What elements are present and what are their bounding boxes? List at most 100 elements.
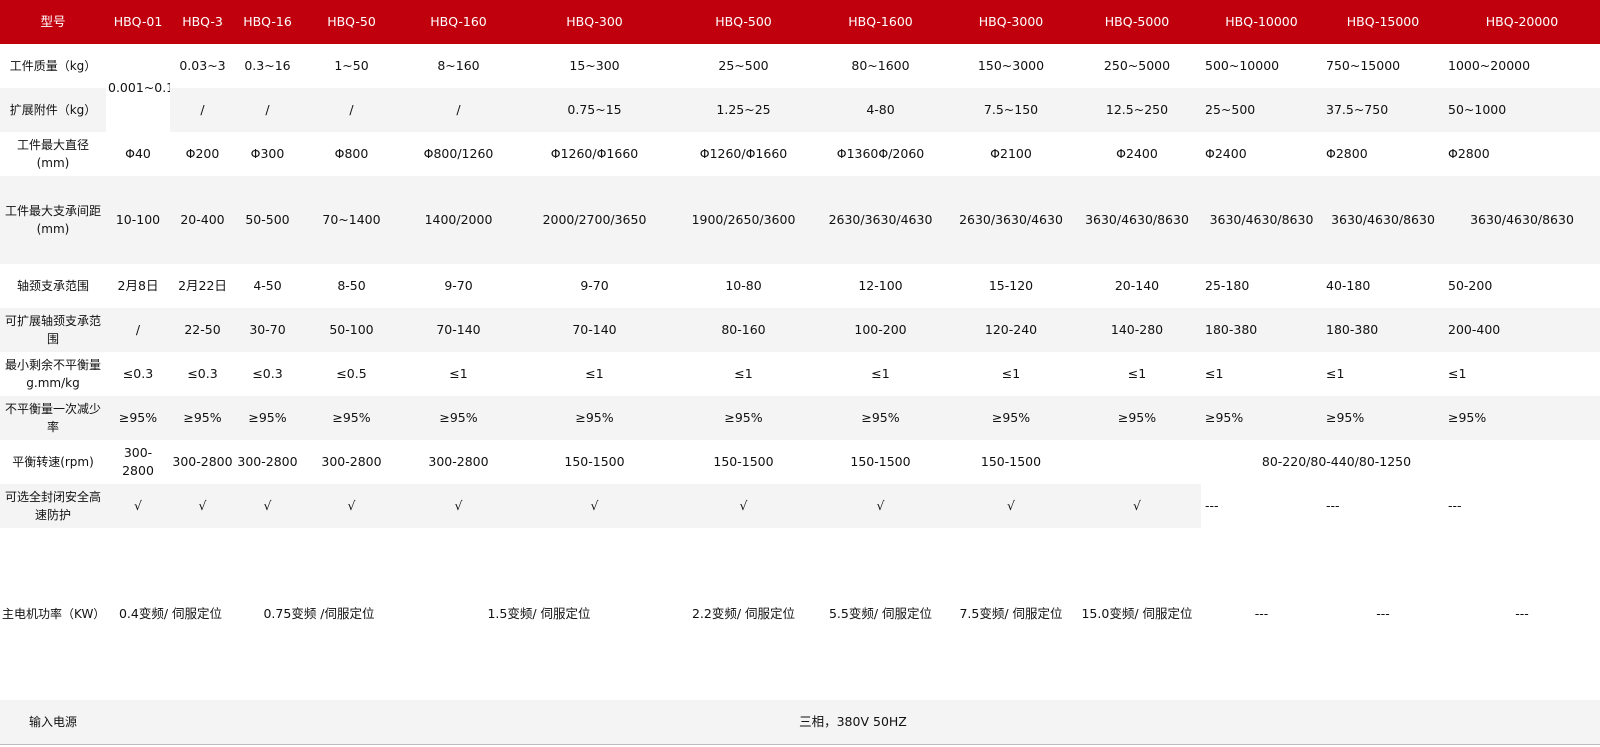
table-cell: 70-140: [514, 308, 675, 352]
table-cell: ≥95%: [1201, 396, 1322, 440]
table-row-ext: 扩展附件（kg） / / / / 0.75~15 1.25~25 4-80 7.…: [0, 88, 1600, 132]
table-cell: /: [106, 308, 170, 352]
table-cell: ≥95%: [1444, 396, 1600, 440]
table-cell: ≥95%: [106, 396, 170, 440]
row-label: 工件最大直径(mm): [16, 138, 89, 170]
table-cell: 1400/2000: [403, 176, 514, 264]
table-cell: ≤0.5: [336, 366, 367, 381]
table-cell: 2.2变频/ 伺服定位: [691, 606, 796, 621]
table-cell: 1.25~25: [675, 88, 812, 132]
table-cell: 140-280: [1073, 308, 1201, 352]
table-cell: ≤1: [1205, 366, 1224, 381]
table-cell: 300-2800: [172, 454, 233, 469]
table-cell: /: [300, 88, 403, 132]
header-cell: HBQ-50: [300, 0, 403, 44]
table-cell: 3630/4630/8630: [1444, 176, 1600, 264]
table-cell: 40-180: [1326, 278, 1371, 293]
table-cell: √: [300, 484, 403, 528]
table-cell: 9-70: [444, 278, 473, 293]
table-cell: ≤1: [871, 366, 890, 381]
table-cell: 80-160: [675, 308, 812, 352]
table-cell: √: [812, 484, 949, 528]
table-cell-merged: 0.4变频/ 伺服定位: [118, 606, 223, 621]
row-label: 不平衡量一次减少率: [0, 396, 106, 440]
table-cell: 300-2800: [321, 454, 382, 469]
table-row-power: 主电机功率（KW） 0.4变频/ 伺服定位 0.75变频 /伺服定位 1.5变频…: [0, 528, 1600, 700]
table-row-guard: 可选全封闭安全高速防护 √ √ √ √ √ √ √ √ √ √ --- --- …: [0, 484, 1600, 528]
table-cell: 150-1500: [980, 454, 1042, 469]
table-cell: Φ2100: [990, 146, 1032, 161]
table-cell: 4-80: [812, 88, 949, 132]
table-cell: 50-200: [1448, 278, 1493, 293]
table-row-min-unbalance: 最小剩余不平衡量g.mm/kg ≤0.3 ≤0.3 ≤0.3 ≤0.5 ≤1 ≤…: [0, 352, 1600, 396]
table-cell: 15~300: [569, 58, 620, 73]
table-cell: Φ1360Φ/2060: [836, 146, 925, 161]
table-cell: 8~160: [437, 58, 480, 73]
table-cell: 0.75~15: [514, 88, 675, 132]
row-label: 可扩展轴颈支承范围: [0, 308, 106, 352]
table-cell: ≥95%: [235, 396, 300, 440]
table-cell: 70~1400: [300, 176, 403, 264]
table-cell: ≥95%: [675, 396, 812, 440]
table-cell: 7.5变频/ 伺服定位: [959, 606, 1063, 621]
header-cell: HBQ-01: [106, 0, 170, 44]
table-cell: Φ1260/Φ1660: [550, 146, 639, 161]
table-row-journal: 轴颈支承范围 2月8日 2月22日 4-50 8-50 9-70 9-70 10…: [0, 264, 1600, 308]
row-label: 可选全封闭安全高速防护: [0, 484, 106, 528]
table-cell: √: [514, 484, 675, 528]
table-cell: 2630/3630/4630: [812, 176, 949, 264]
table-cell: 30-70: [235, 308, 300, 352]
table-cell: 0.3~16: [244, 58, 291, 73]
table-cell: ≥95%: [514, 396, 675, 440]
table-cell: Φ40: [125, 146, 151, 161]
row-label: 工件质量（kg）: [9, 59, 97, 73]
table-cell: ---: [1376, 606, 1390, 621]
table-cell: ≤0.3: [187, 366, 218, 381]
table-cell: ≤1: [1127, 366, 1147, 381]
table-cell: 12.5~250: [1073, 88, 1201, 132]
table-cell: 150-1500: [713, 454, 774, 469]
row-label: 最小剩余不平衡量g.mm/kg: [4, 358, 101, 390]
table-cell: 50~1000: [1444, 88, 1600, 132]
table-cell: ≥95%: [949, 396, 1073, 440]
table-cell: ≤1: [734, 366, 753, 381]
table-cell: Φ800: [334, 146, 369, 161]
table-cell: 3630/4630/8630: [1322, 176, 1444, 264]
table-cell: 150-1500: [850, 454, 911, 469]
row-label: 平衡转速(rpm): [12, 455, 94, 469]
table-row-speed: 平衡转速(rpm) 300-2800 300-2800 300-2800 300…: [0, 440, 1600, 484]
table-cell: 2630/3630/4630: [949, 176, 1073, 264]
table-cell: /: [403, 88, 514, 132]
table-cell: 70-140: [403, 308, 514, 352]
header-cell: HBQ-3: [170, 0, 235, 44]
table-cell: 750~15000: [1326, 58, 1401, 73]
table-cell: 15.0变频/ 伺服定位: [1081, 606, 1193, 621]
table-cell: Φ800/1260: [423, 146, 494, 161]
table-cell: 2000/2700/3650: [514, 176, 675, 264]
table-cell: 50-500: [235, 176, 300, 264]
table-cell: 10-80: [725, 278, 762, 293]
header-cell: HBQ-500: [675, 0, 812, 44]
header-cell: HBQ-20000: [1444, 0, 1600, 44]
table-cell: 25~500: [718, 58, 769, 73]
table-cell: ≥95%: [170, 396, 235, 440]
table-cell: 37.5~750: [1322, 88, 1444, 132]
table-cell: √: [170, 484, 235, 528]
spec-table: 型号 HBQ-01 HBQ-3 HBQ-16 HBQ-50 HBQ-160 HB…: [0, 0, 1600, 745]
row-label: 主电机功率（KW）: [2, 607, 106, 621]
table-cell: ≤1: [1326, 366, 1345, 381]
table-cell: ≥95%: [1322, 396, 1444, 440]
table-row-reduction: 不平衡量一次减少率 ≥95% ≥95% ≥95% ≥95% ≥95% ≥95% …: [0, 396, 1600, 440]
table-cell: /: [235, 88, 300, 132]
table-row-diameter: 工件最大直径(mm) Φ40 Φ200 Φ300 Φ800 Φ800/1260 …: [0, 132, 1600, 176]
table-cell: √: [949, 484, 1073, 528]
table-cell: 8-50: [337, 278, 366, 293]
table-cell: ≤1: [1448, 366, 1467, 381]
table-cell: 80~1600: [851, 58, 910, 73]
table-cell: √: [403, 484, 514, 528]
header-cell: HBQ-10000: [1201, 0, 1322, 44]
table-cell: √: [235, 484, 300, 528]
table-cell: ---: [1515, 606, 1529, 621]
table-cell: 100-200: [812, 308, 949, 352]
table-cell: ≥95%: [300, 396, 403, 440]
